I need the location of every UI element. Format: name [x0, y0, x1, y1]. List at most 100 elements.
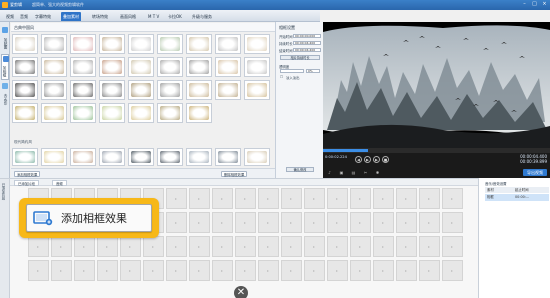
timeline-slot[interactable]: ▸ — [304, 212, 325, 233]
start-time-input[interactable]: 00:00:00.000 — [293, 34, 321, 38]
frame-thumbnail[interactable] — [41, 148, 67, 166]
delete-frame-button[interactable]: 删除相框效果 — [221, 171, 248, 177]
tab-mtv[interactable]: M T V — [146, 12, 161, 21]
timeline-slot[interactable]: ▸ — [212, 236, 233, 257]
prev-frame-icon[interactable]: ◀ — [355, 156, 362, 163]
frame-thumbnail[interactable] — [186, 57, 212, 77]
sidebar-item-frame[interactable]: 加相框 — [1, 54, 9, 80]
timeline-slot[interactable]: ▸ — [74, 236, 95, 257]
frame-thumbnail[interactable] — [157, 34, 183, 54]
timeline-slot[interactable]: ▸ — [166, 212, 187, 233]
tab-upgrade[interactable]: 升级与服务 — [190, 12, 214, 21]
tab-styles[interactable]: 画面风格 — [118, 12, 138, 21]
export-video-button[interactable]: 导出视频 — [523, 169, 547, 176]
timeline-slot[interactable]: ▸ — [74, 260, 95, 281]
timeline-slot[interactable]: ▸ — [442, 260, 463, 281]
timeline-slot[interactable]: ▸ — [235, 236, 256, 257]
timeline-slot[interactable]: ▸ — [350, 212, 371, 233]
timeline-slot[interactable]: ▸ — [120, 260, 141, 281]
frame-thumbnail[interactable] — [70, 80, 96, 100]
frame-thumbnail[interactable] — [244, 148, 270, 166]
timeline-slot[interactable]: ▸ — [28, 236, 49, 257]
maximize-icon[interactable]: □ — [532, 2, 537, 7]
timeline-slot[interactable]: ▸ — [373, 212, 394, 233]
timeline-slot[interactable]: ▸ — [235, 188, 256, 209]
timeline-slot[interactable]: ▸ — [419, 236, 440, 257]
timeline-slot[interactable]: ▸ — [350, 188, 371, 209]
frame-thumbnail[interactable] — [128, 148, 154, 166]
timeline-tab-audio[interactable]: 音频 — [52, 180, 67, 186]
scissors-icon[interactable]: ✂ — [363, 170, 368, 175]
frame-thumbnail[interactable] — [99, 148, 125, 166]
stop-icon[interactable]: ■ — [382, 156, 389, 163]
timeline-slot[interactable]: ▸ — [189, 188, 210, 209]
frame-thumbnail[interactable] — [128, 57, 154, 77]
progress-bar[interactable] — [323, 148, 550, 153]
timeline-slot[interactable]: ▸ — [327, 188, 348, 209]
timeline-slot[interactable]: ▸ — [396, 236, 417, 257]
frame-thumbnail[interactable] — [41, 103, 67, 123]
frame-thumbnail[interactable] — [244, 34, 270, 54]
timeline-slot[interactable]: ▸ — [258, 260, 279, 281]
frame-thumbnail[interactable] — [186, 148, 212, 166]
frame-thumbnail[interactable] — [186, 80, 212, 100]
frame-thumbnail[interactable] — [157, 103, 183, 123]
timeline-slot[interactable]: ▸ — [281, 260, 302, 281]
timeline-slot[interactable]: ▸ — [419, 188, 440, 209]
tab-overlay[interactable]: 叠加素材 — [61, 12, 81, 21]
timeline-slot[interactable]: ▸ — [396, 212, 417, 233]
frame-thumbnail[interactable] — [99, 103, 125, 123]
play-icon[interactable]: ▶ — [364, 156, 371, 163]
timeline-slot[interactable]: ▸ — [166, 260, 187, 281]
frame-thumbnail[interactable] — [12, 80, 38, 100]
duration-input[interactable]: 00:00:04.400 — [293, 41, 321, 45]
timeline-slot[interactable]: ▸ — [304, 188, 325, 209]
frame-thumbnail[interactable] — [70, 103, 96, 123]
timeline-slot[interactable]: ▸ — [396, 260, 417, 281]
minimize-icon[interactable]: – — [522, 2, 527, 7]
sidebar-item-watermark[interactable]: 去水印 — [1, 82, 9, 108]
timeline-slot[interactable]: ▸ — [51, 260, 72, 281]
frame-thumbnail[interactable] — [12, 103, 38, 123]
snapshot-icon[interactable]: ▣ — [339, 170, 344, 175]
tab-karaoke[interactable]: 卡拉OK — [166, 12, 184, 21]
frame-thumbnail[interactable] — [99, 57, 125, 77]
frame-thumbnail[interactable] — [215, 148, 241, 166]
timeline-slot[interactable]: ▸ — [258, 236, 279, 257]
tab-video[interactable]: 视频 — [4, 12, 16, 21]
confirm-button[interactable]: 确认修改 — [286, 167, 314, 172]
timeline-slot[interactable]: ▸ — [143, 236, 164, 257]
frame-thumbnail[interactable] — [41, 80, 67, 100]
sidebar-item-sticker[interactable]: 加贴图 — [1, 26, 9, 52]
timeline-slot[interactable]: ▸ — [281, 212, 302, 233]
timeline-slot[interactable]: ▸ — [419, 212, 440, 233]
timeline-slot[interactable]: ▸ — [212, 260, 233, 281]
frame-thumbnail[interactable] — [128, 103, 154, 123]
timeline-slot[interactable]: ▸ — [258, 212, 279, 233]
settings-icon[interactable]: ✱ — [375, 170, 380, 175]
frame-thumbnail[interactable] — [128, 80, 154, 100]
timeline-slot[interactable]: ▸ — [350, 260, 371, 281]
frame-thumbnail[interactable] — [157, 148, 183, 166]
frame-thumbnail[interactable] — [186, 103, 212, 123]
frame-thumbnail[interactable] — [186, 34, 212, 54]
frame-thumbnail[interactable] — [244, 80, 270, 100]
frame-thumbnail[interactable] — [215, 57, 241, 77]
frame-thumbnail[interactable] — [12, 57, 38, 77]
close-icon[interactable]: ✕ — [234, 286, 248, 298]
timeline-slot[interactable]: ▸ — [350, 236, 371, 257]
fade-checkbox[interactable]: ☐ — [280, 75, 283, 79]
timeline-slot[interactable]: ▸ — [51, 236, 72, 257]
timeline-slot[interactable]: ▸ — [419, 260, 440, 281]
frame-thumbnail[interactable] — [157, 57, 183, 77]
folder-icon[interactable]: ▤ — [351, 170, 356, 175]
timeline-slot[interactable]: ▸ — [143, 260, 164, 281]
tab-subtitles[interactable]: 字幕特效 — [33, 12, 53, 21]
timeline-slot[interactable]: ▸ — [258, 188, 279, 209]
timeline-slot[interactable]: ▸ — [97, 260, 118, 281]
timeline-slot[interactable]: ▸ — [327, 212, 348, 233]
frame-thumbnail[interactable] — [99, 34, 125, 54]
frame-thumbnail[interactable] — [215, 80, 241, 100]
transparency-slider[interactable] — [280, 69, 304, 73]
timeline-tab-clips[interactable]: 已添加片段 — [14, 180, 39, 186]
